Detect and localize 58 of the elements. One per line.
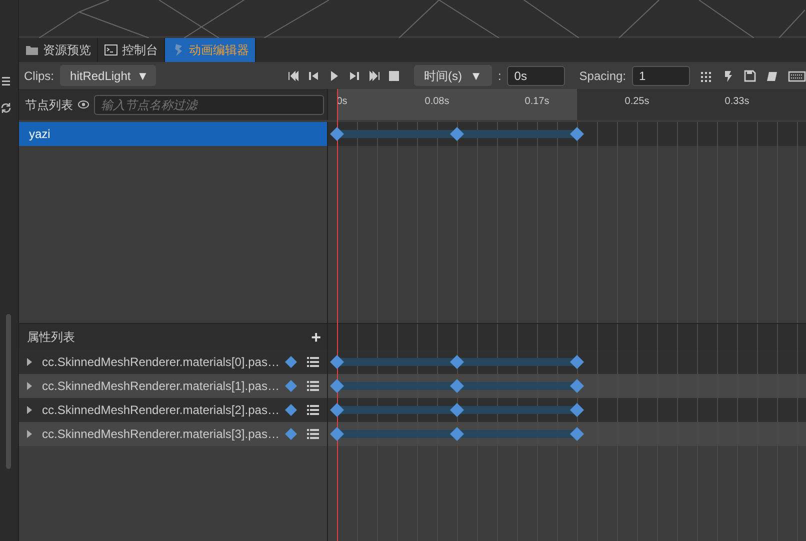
list-menu-icon[interactable]: [307, 357, 319, 367]
keyframe-icon[interactable]: [285, 428, 297, 440]
keyframe-diamond[interactable]: [450, 403, 464, 417]
ruler-label: 0.08s: [424, 95, 450, 109]
panel-title: 节点列表: [25, 96, 73, 114]
refresh-icon[interactable]: [0, 102, 12, 114]
ruler-label: 0.33s: [724, 95, 750, 109]
time-input[interactable]: 0s: [507, 66, 566, 86]
stop-icon[interactable]: [388, 70, 400, 82]
keyframe-icon[interactable]: [285, 356, 297, 368]
clip-dropdown[interactable]: hitRedLight ▼: [60, 65, 156, 86]
skip-to-start-icon[interactable]: [288, 70, 300, 82]
expand-arrow-icon[interactable]: [27, 382, 32, 390]
terminal-icon: [104, 43, 118, 57]
keyframe-diamond[interactable]: [330, 403, 344, 417]
folder-icon: [25, 43, 39, 57]
keyframe-diamond[interactable]: [570, 355, 584, 369]
node-row[interactable]: yazi: [19, 122, 328, 146]
ruler-label: 0.25s: [624, 95, 650, 109]
add-property-button[interactable]: +: [311, 328, 321, 346]
keyframe-icon[interactable]: [285, 380, 297, 392]
filter-input[interactable]: 输入节点名称过滤: [94, 94, 324, 114]
save-icon[interactable]: [744, 70, 756, 82]
lightning-icon[interactable]: [722, 70, 734, 82]
keyframe-diamond[interactable]: [330, 379, 344, 393]
step-back-icon[interactable]: [308, 70, 320, 82]
keyframe-diamond[interactable]: [570, 127, 584, 141]
skip-to-end-icon[interactable]: [368, 70, 380, 82]
list-menu-icon[interactable]: [307, 429, 319, 439]
list-menu-icon[interactable]: [307, 405, 319, 415]
scrollbar[interactable]: [6, 314, 11, 469]
list-menu-icon[interactable]: [307, 381, 319, 391]
colon-label: :: [498, 68, 502, 84]
spacing-input[interactable]: 1: [632, 66, 690, 86]
ruler-label: 0.17s: [524, 95, 550, 109]
keyframe-diamond[interactable]: [330, 355, 344, 369]
expand-arrow-icon[interactable]: [27, 430, 32, 438]
spacing-label: Spacing:: [579, 68, 626, 84]
time-unit-dropdown[interactable]: 时间(s) ▼: [414, 65, 492, 86]
expand-arrow-icon[interactable]: [27, 406, 32, 414]
panel-title: 属性列表: [27, 329, 75, 346]
keyframe-diamond[interactable]: [450, 127, 464, 141]
keyframe-diamond[interactable]: [570, 379, 584, 393]
keyframe-diamond[interactable]: [330, 127, 344, 141]
eye-icon[interactable]: [78, 100, 89, 109]
keyframe-diamond[interactable]: [570, 403, 584, 417]
keyframe-icon[interactable]: [285, 404, 297, 416]
keyframe-diamond[interactable]: [450, 379, 464, 393]
keyframe-diamond[interactable]: [450, 355, 464, 369]
menu-icon[interactable]: [0, 76, 10, 86]
keyframe-diamond[interactable]: [450, 427, 464, 441]
grid-dots-icon[interactable]: [700, 70, 712, 82]
expand-arrow-icon[interactable]: [27, 358, 32, 366]
keyframe-diamond[interactable]: [330, 427, 344, 441]
keyframe-diamond[interactable]: [570, 427, 584, 441]
step-forward-icon[interactable]: [348, 70, 360, 82]
clips-label: Clips:: [24, 68, 54, 84]
keyboard-icon[interactable]: [788, 70, 806, 82]
